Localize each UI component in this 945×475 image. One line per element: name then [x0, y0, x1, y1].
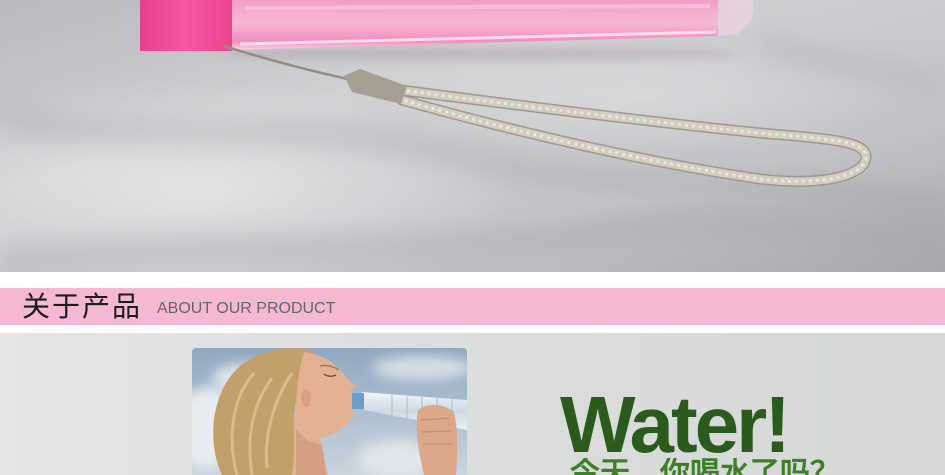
product-detail-page: 关于产品 ABOUT OUR PRODUCT Water! — [0, 0, 945, 475]
bottle-top-sheen — [244, 4, 711, 10]
drinking-water-photo — [192, 348, 467, 475]
product-photo-section — [0, 0, 945, 272]
water-promo-section: Water! 今天，你喝水了吗？ — [0, 333, 945, 475]
bottle-cap-small — [352, 393, 364, 409]
promo-headline: Water! — [560, 380, 791, 469]
promo-tagline: 今天，你喝水了吗？ — [570, 458, 840, 475]
section-banner: 关于产品 ABOUT OUR PRODUCT — [0, 288, 945, 325]
hand — [416, 404, 458, 475]
section-subtitle: ABOUT OUR PRODUCT — [157, 300, 336, 317]
bottle-shadow — [220, 47, 740, 61]
drinking-water-illustration — [192, 348, 467, 475]
section-title: 关于产品 — [22, 290, 143, 323]
ear — [301, 389, 311, 407]
product-photo — [0, 0, 945, 272]
bottle-cap — [140, 0, 232, 51]
